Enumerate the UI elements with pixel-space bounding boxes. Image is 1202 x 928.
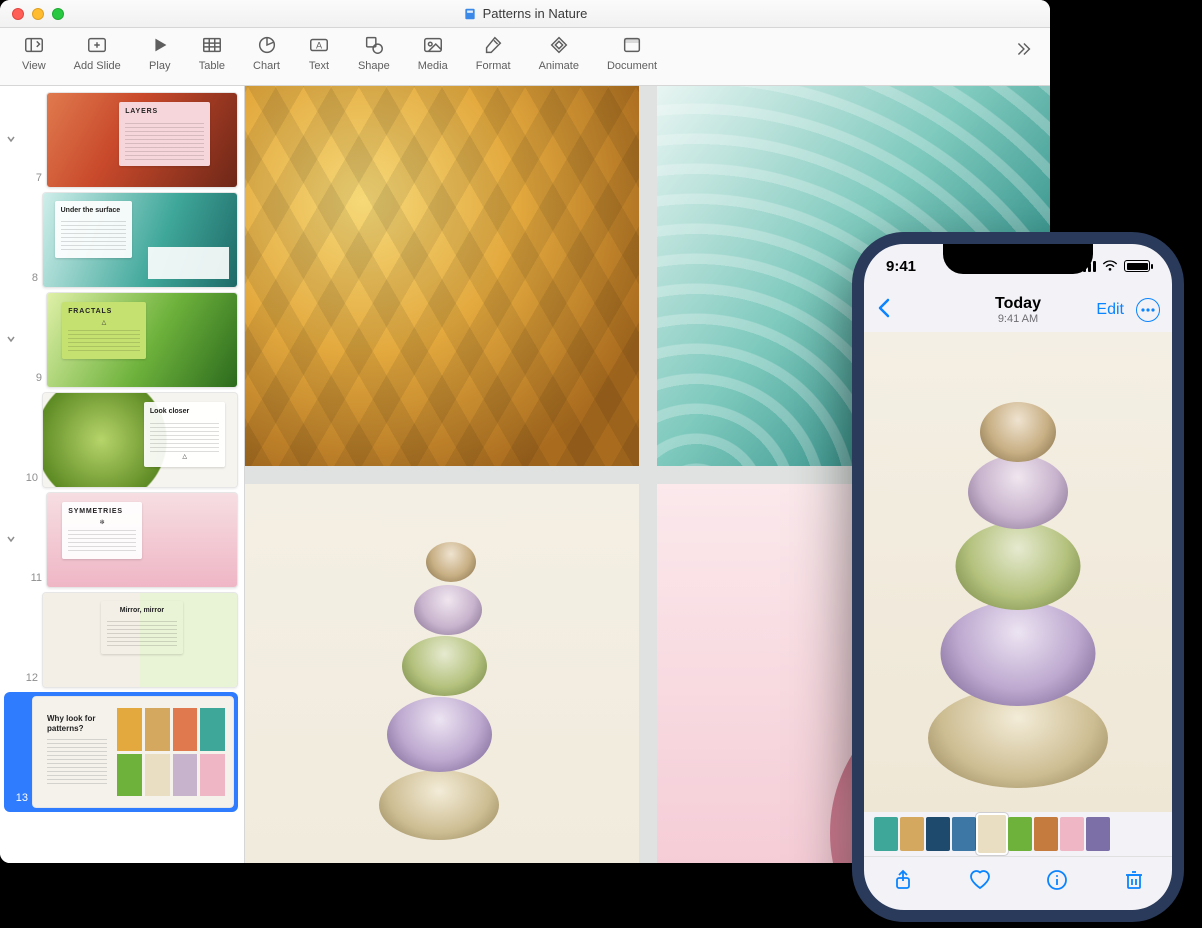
tool-table[interactable]: Table	[185, 34, 239, 72]
plus-square-icon	[86, 34, 108, 56]
wifi-icon	[1102, 260, 1118, 272]
canvas-image-sea-urchins[interactable]	[245, 484, 639, 864]
photo-strip-thumbnail[interactable]	[1008, 817, 1032, 851]
document-icon	[621, 34, 643, 56]
tool-view[interactable]: View	[8, 34, 60, 72]
tool-media[interactable]: Media	[404, 34, 462, 72]
slide-thumbnail-9[interactable]: 9 FRACTALS△	[4, 292, 238, 388]
delete-button[interactable]	[1122, 868, 1146, 897]
photo-strip-thumbnail[interactable]	[952, 817, 976, 851]
favorite-button[interactable]	[968, 868, 992, 897]
photo-strip-thumbnail[interactable]	[978, 815, 1006, 853]
home-indicator[interactable]	[864, 908, 1172, 922]
tool-chart[interactable]: Chart	[239, 34, 294, 72]
edit-button[interactable]: Edit	[1096, 301, 1124, 319]
tool-text[interactable]: A Text	[294, 34, 344, 72]
photo-thumbnail-strip[interactable]	[864, 812, 1172, 856]
tool-document-label: Document	[607, 60, 657, 72]
tool-view-label: View	[22, 60, 46, 72]
tool-format-label: Format	[476, 60, 511, 72]
slide-number: 9	[22, 372, 42, 388]
photo-toolbar	[864, 856, 1172, 908]
photo-strip-thumbnail[interactable]	[874, 817, 898, 851]
slide-number: 7	[22, 172, 42, 188]
slide-thumbnail-7[interactable]: 7 LAYERS	[4, 92, 238, 188]
tool-shape[interactable]: Shape	[344, 34, 404, 72]
tool-text-label: Text	[309, 60, 329, 72]
info-icon	[1045, 868, 1069, 892]
more-actions-button[interactable]	[1136, 298, 1160, 322]
status-time: 9:41	[886, 258, 916, 275]
window-titlebar: Patterns in Nature	[0, 0, 1050, 28]
pie-chart-icon	[256, 34, 278, 56]
tool-animate-label: Animate	[539, 60, 579, 72]
share-button[interactable]	[891, 868, 915, 897]
keynote-document-icon	[463, 7, 477, 21]
tool-table-label: Table	[199, 60, 225, 72]
tool-play-label: Play	[149, 60, 170, 72]
chevron-down-icon	[6, 134, 16, 144]
photo-strip-thumbnail[interactable]	[900, 817, 924, 851]
ellipsis-icon	[1141, 308, 1155, 312]
tool-add-slide-label: Add Slide	[74, 60, 121, 72]
disclosure-toggle[interactable]	[4, 534, 18, 547]
iphone-device: 9:41 Today 9:41 AM Edit	[852, 232, 1184, 922]
diamond-icon	[548, 34, 570, 56]
shape-icon	[363, 34, 385, 56]
textbox-icon: A	[308, 34, 330, 56]
info-button[interactable]	[1045, 868, 1069, 897]
image-icon	[422, 34, 444, 56]
sidebar-icon	[23, 34, 45, 56]
disclosure-toggle[interactable]	[4, 334, 18, 347]
photo-strip-thumbnail[interactable]	[926, 817, 950, 851]
chevron-down-icon	[6, 334, 16, 344]
share-icon	[891, 868, 915, 892]
ios-nav-bar: Today 9:41 AM Edit	[864, 288, 1172, 332]
slide-number: 13	[8, 792, 28, 808]
heart-icon	[968, 868, 992, 892]
svg-text:A: A	[316, 41, 323, 51]
slide-navigator[interactable]: 7 LAYERS 8 Under the surface 9	[0, 86, 245, 863]
slide-thumbnail-13[interactable]: 13 Why look for patterns?	[4, 692, 238, 812]
tool-play[interactable]: Play	[135, 34, 185, 72]
toolbar: View Add Slide Play Table Chart A Text S…	[0, 28, 1050, 86]
table-icon	[201, 34, 223, 56]
trash-icon	[1122, 868, 1146, 892]
photo-strip-thumbnail[interactable]	[1060, 817, 1084, 851]
chevrons-right-icon	[1012, 38, 1034, 60]
tool-add-slide[interactable]: Add Slide	[60, 34, 135, 72]
tool-chart-label: Chart	[253, 60, 280, 72]
tool-document[interactable]: Document	[593, 34, 671, 72]
slide-thumbnail-8[interactable]: 8 Under the surface	[4, 192, 238, 288]
tool-format[interactable]: Format	[462, 34, 525, 72]
battery-icon	[1124, 260, 1150, 272]
paintbrush-icon	[482, 34, 504, 56]
play-icon	[149, 34, 171, 56]
disclosure-toggle[interactable]	[4, 134, 18, 147]
slide-thumbnail-11[interactable]: 11 SYMMETRIES✻	[4, 492, 238, 588]
toolbar-overflow-button[interactable]	[1004, 38, 1042, 60]
tool-shape-label: Shape	[358, 60, 390, 72]
slide-thumbnail-12[interactable]: 12 Mirror, mirror	[4, 592, 238, 688]
slide-thumbnail-10[interactable]: 10 Look closer△	[4, 392, 238, 488]
tool-media-label: Media	[418, 60, 448, 72]
chevron-down-icon	[6, 534, 16, 544]
slide-number: 10	[18, 472, 38, 488]
iphone-notch	[943, 244, 1093, 274]
photo-strip-thumbnail[interactable]	[1086, 817, 1110, 851]
slide-number: 11	[22, 572, 42, 588]
slide-number: 8	[18, 272, 38, 288]
photo-viewer[interactable]	[864, 332, 1172, 812]
canvas-image-honeycomb[interactable]	[245, 86, 639, 466]
tool-animate[interactable]: Animate	[525, 34, 593, 72]
window-title: Patterns in Nature	[0, 6, 1050, 21]
photo-strip-thumbnail[interactable]	[1034, 817, 1058, 851]
slide-number: 12	[18, 672, 38, 688]
